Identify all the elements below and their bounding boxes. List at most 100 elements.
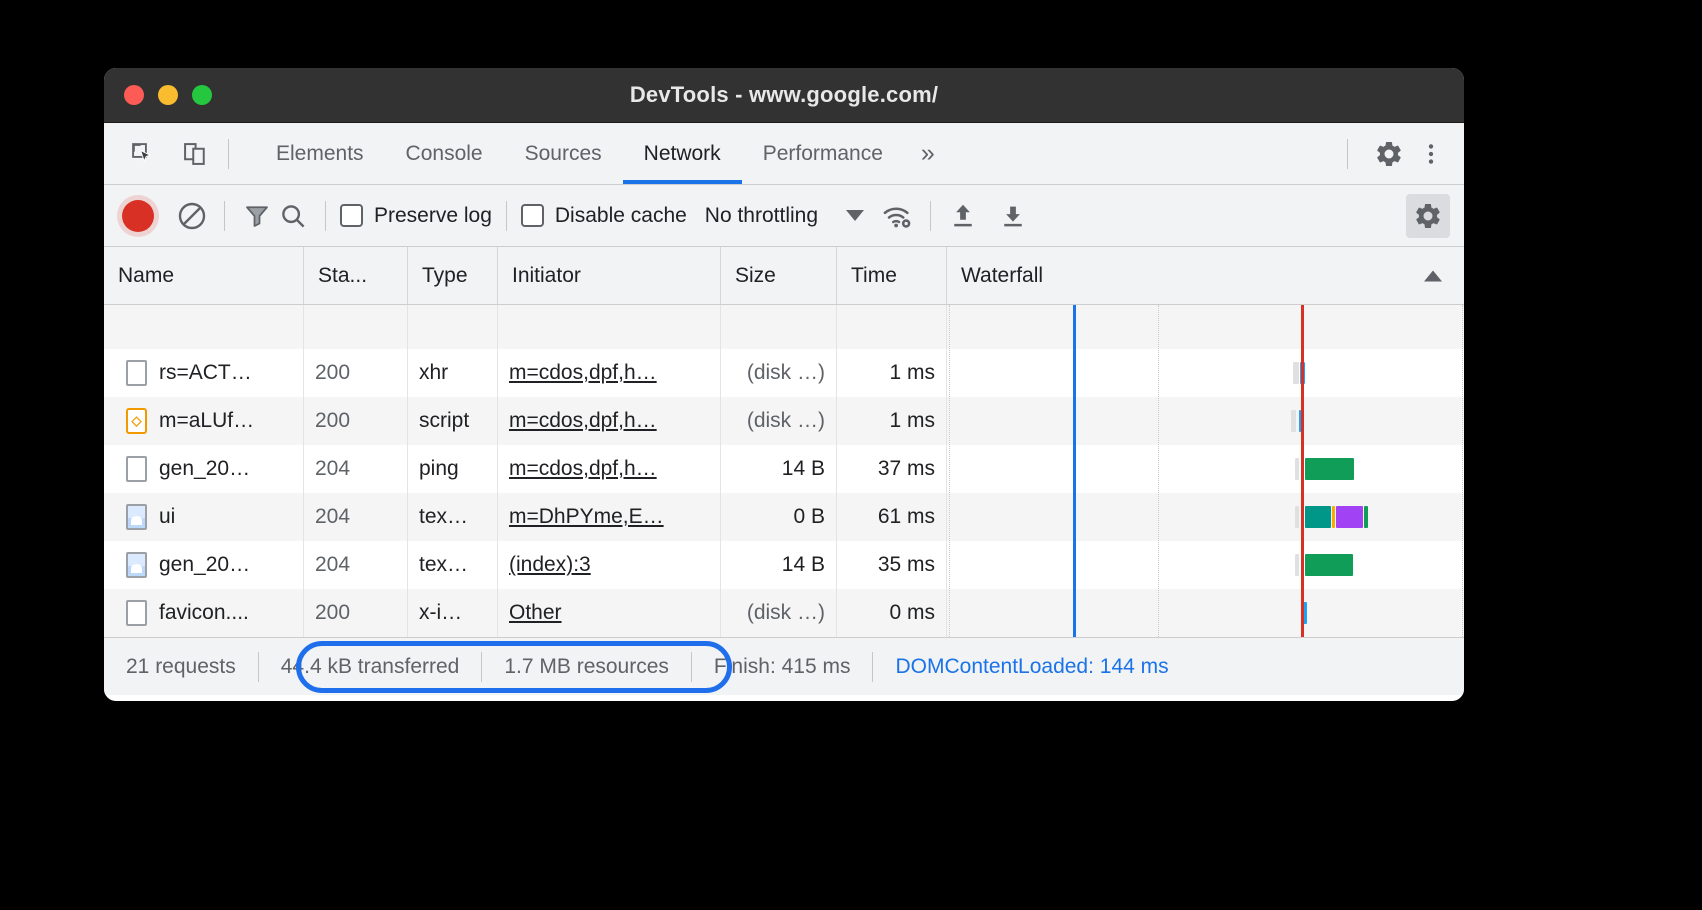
table-cell-initiator[interactable]: Other [497, 589, 720, 637]
table-cell-initiator[interactable]: m=cdos,dpf,h… [497, 349, 720, 397]
more-options-icon[interactable] [1414, 137, 1448, 171]
waterfall-bar-segment [1294, 554, 1300, 576]
tab-console[interactable]: Console [385, 123, 504, 184]
table-cell-size: (disk …) [720, 589, 836, 637]
table-cell-name[interactable]: ◇ m=aLUf… [104, 397, 303, 445]
network-status-bar: 21 requests 44.4 kB transferred 1.7 MB r… [104, 637, 1464, 695]
request-name: gen_20… [159, 457, 251, 480]
toolbar-divider-3 [505, 200, 507, 231]
column-header-initiator-label: Initiator [512, 263, 581, 287]
table-cell-size-text: (disk …) [746, 361, 825, 384]
table-cell-name[interactable]: rs=ACT… [104, 349, 303, 397]
waterfall-cell [946, 349, 1464, 397]
preserve-log-checkbox[interactable]: Preserve log [340, 204, 492, 228]
table-cell-size-text: (disk …) [746, 409, 825, 432]
network-settings-icon[interactable] [1406, 193, 1450, 238]
waterfall-bar-segment [1302, 602, 1308, 624]
column-header-time-label: Time [851, 263, 897, 287]
column-header-size[interactable]: Size [720, 247, 836, 304]
devtools-window: DevTools - www.google.com/ Elements Cons… [104, 68, 1464, 701]
image-icon [126, 504, 147, 530]
table-body: rs=ACT… 200 xhr m=cdos,dpf,h… (disk …) 1 ms ◇ m… [104, 305, 1464, 637]
clear-button[interactable] [174, 198, 210, 234]
request-name: gen_20… [159, 553, 251, 576]
table-cell-name[interactable]: gen_20… [104, 541, 303, 589]
table-cell-time-text: 35 ms [877, 553, 935, 576]
table-cell-empty [497, 305, 720, 349]
table-row[interactable]: ◇ m=aLUf… 200 script m=cdos,dpf,h… (disk …) 1 … [104, 397, 1464, 445]
network-conditions-icon[interactable] [880, 198, 916, 234]
tab-elements[interactable]: Elements [255, 123, 385, 184]
tabstrip-right-icons [1331, 137, 1464, 171]
table-cell-name[interactable]: gen_20… [104, 445, 303, 493]
table-cell-type: x-i… [407, 589, 497, 637]
table-cell-time-text: 61 ms [877, 505, 935, 528]
table-cell-status: 204 [303, 445, 407, 493]
throttling-value: No throttling [704, 203, 819, 227]
column-header-status[interactable]: Sta... [303, 247, 407, 304]
table-cell-type: ping [407, 445, 497, 493]
column-header-waterfall[interactable]: Waterfall [946, 247, 1464, 304]
table-row[interactable]: rs=ACT… 200 xhr m=cdos,dpf,h… (disk …) 1 ms [104, 349, 1464, 397]
table-cell-name[interactable]: ui [104, 493, 303, 541]
search-button[interactable] [275, 198, 311, 234]
tabstrip-left-icons [104, 137, 212, 171]
disable-cache-checkbox[interactable]: Disable cache [520, 204, 687, 228]
device-toolbar-icon[interactable] [178, 137, 212, 171]
preserve-log-label: Preserve log [374, 203, 492, 227]
import-har-icon[interactable] [945, 198, 981, 234]
table-cell-type-text: script [419, 409, 470, 432]
inspect-element-icon[interactable] [126, 137, 160, 171]
tab-sources[interactable]: Sources [504, 123, 623, 184]
waterfall-bar-segment [1293, 362, 1299, 384]
settings-gear-icon[interactable] [1372, 137, 1406, 171]
throttling-select[interactable]: No throttling [704, 203, 865, 228]
table-row[interactable]: gen_20… 204 ping m=cdos,dpf,h… 14 B 37 ms [104, 445, 1464, 493]
table-cell-size-text: 0 B [793, 505, 825, 528]
record-button[interactable] [122, 199, 154, 232]
table-cell-initiator[interactable]: m=cdos,dpf,h… [497, 445, 720, 493]
finish-time: Finish: 415 ms [713, 654, 851, 678]
column-header-time[interactable]: Time [836, 247, 946, 304]
sort-ascending-icon[interactable] [1424, 270, 1442, 281]
table-cell-status: 200 [303, 397, 407, 445]
table-cell-time-text: 37 ms [877, 457, 935, 480]
column-header-name[interactable]: Name [104, 247, 303, 304]
tab-network[interactable]: Network [622, 123, 742, 184]
tab-performance[interactable]: Performance [742, 123, 904, 184]
table-cell-type-text: tex… [419, 553, 469, 576]
toolbar-divider-2 [325, 200, 326, 231]
request-name: ui [159, 505, 176, 528]
column-header-initiator[interactable]: Initiator [497, 247, 720, 304]
table-row[interactable]: ui 204 tex… m=DhPYme,E… 0 B 61 ms [104, 493, 1464, 541]
document-icon [126, 600, 147, 626]
request-name: favicon.... [159, 601, 249, 624]
waterfall-bar-segment [1305, 458, 1355, 480]
more-tabs-icon[interactable]: » [904, 123, 952, 184]
table-cell-initiator-text: m=cdos,dpf,h… [509, 409, 657, 432]
column-header-waterfall-label: Waterfall [961, 263, 1044, 287]
tab-console-label: Console [405, 141, 483, 165]
waterfall-cell [946, 305, 1464, 349]
table-row[interactable]: favicon.... 200 x-i… Other (disk …) 0 ms [104, 589, 1464, 637]
filter-button[interactable] [239, 198, 275, 234]
disable-cache-checkbox-box[interactable] [520, 204, 544, 227]
table-row[interactable]: gen_20… 204 tex… (index):3 14 B 35 ms [104, 541, 1464, 589]
preserve-log-checkbox-box[interactable] [340, 204, 363, 227]
table-cell-status: 204 [303, 493, 407, 541]
table-cell-initiator-text: (index):3 [509, 553, 591, 576]
table-cell-initiator[interactable]: m=DhPYme,E… [497, 493, 720, 541]
column-header-type[interactable]: Type [407, 247, 497, 304]
table-cell-time: 61 ms [836, 493, 946, 541]
table-cell-initiator[interactable]: m=cdos,dpf,h… [497, 397, 720, 445]
panel-tabs: Elements Console Sources Network Perform… [255, 123, 952, 184]
table-cell-initiator-text: Other [509, 601, 562, 624]
waterfall-bar-segment [1335, 506, 1363, 528]
table-cell-size: 14 B [720, 445, 836, 493]
table-cell-time: 1 ms [836, 349, 946, 397]
table-cell-name[interactable]: favicon.... [104, 589, 303, 637]
script-icon: ◇ [126, 408, 147, 434]
export-har-icon[interactable] [995, 198, 1031, 234]
table-cell-initiator[interactable]: (index):3 [497, 541, 720, 589]
table-cell-status-text: 204 [315, 457, 351, 480]
